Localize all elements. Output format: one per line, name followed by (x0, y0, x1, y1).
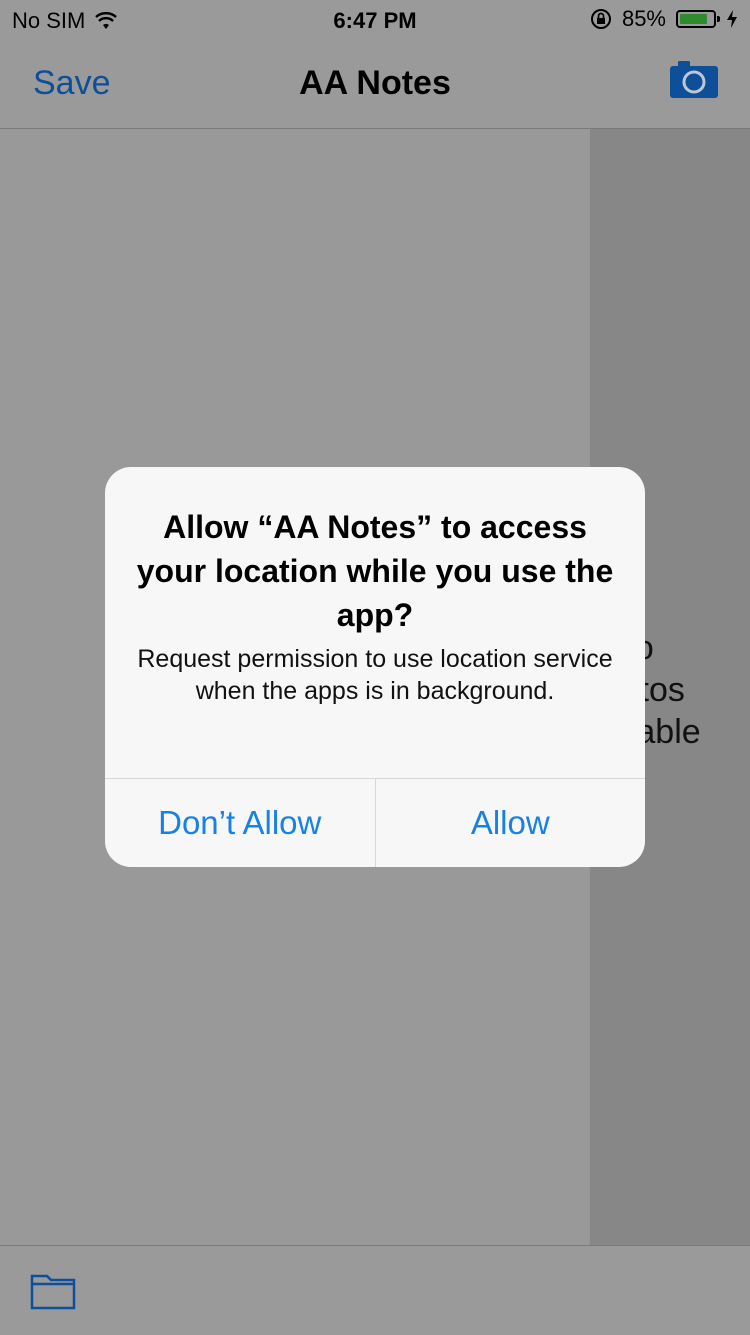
orientation-lock-icon (590, 9, 611, 29)
camera-icon[interactable] (668, 58, 720, 100)
status-bar: No SIM 6:47 PM 85% (0, 0, 750, 40)
navigation-bar: Save AA Notes (0, 40, 750, 129)
charging-icon (727, 10, 737, 28)
battery-fill (680, 14, 707, 24)
alert-content: Allow “AA Notes” to access your location… (105, 467, 645, 779)
status-right: 85% (590, 6, 738, 32)
location-permission-alert: Allow “AA Notes” to access your location… (105, 467, 645, 867)
bottom-toolbar (0, 1245, 750, 1335)
alert-buttons: Don’t Allow Allow (105, 778, 645, 867)
folder-icon[interactable] (30, 1270, 76, 1310)
battery-percent: 85% (621, 6, 666, 31)
dont-allow-button[interactable]: Don’t Allow (105, 779, 375, 867)
allow-button[interactable]: Allow (376, 779, 646, 867)
alert-message: Request permission to use location servi… (137, 645, 613, 705)
alert-title: Allow “AA Notes” to access your location… (136, 509, 614, 633)
battery-icon (676, 10, 720, 28)
page-title: AA Notes (299, 64, 451, 102)
